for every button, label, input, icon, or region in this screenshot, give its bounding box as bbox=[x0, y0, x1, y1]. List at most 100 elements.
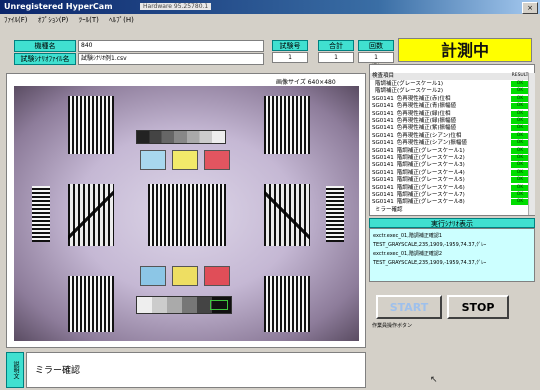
row-id: SG0141 bbox=[372, 140, 394, 147]
table-row[interactable]: SG0141 階調補正(グレースケール2) OK bbox=[370, 155, 534, 162]
table-row[interactable]: SG0141 階調補正(グレースケール1) OK bbox=[370, 147, 534, 155]
menu-options[interactable]: ｵﾌﾟｼｮﾝ(P) bbox=[34, 14, 73, 26]
stop-button[interactable]: STOP bbox=[447, 295, 509, 319]
table-row[interactable]: SG0141 色再現性補正(紫)振幅値 OK bbox=[370, 125, 534, 132]
menu-help[interactable]: ﾍﾙﾌﾟ(H) bbox=[105, 14, 138, 26]
count-field: 1 bbox=[358, 52, 394, 63]
row-result-badge: OK bbox=[511, 192, 529, 198]
row-name: 色再現性補正(赤)位相 bbox=[396, 95, 451, 102]
table-row[interactable]: SG0141 階調補正(グレースケール3) OK bbox=[370, 162, 534, 169]
start-button[interactable]: START bbox=[376, 295, 442, 319]
row-result-badge: OK bbox=[511, 184, 529, 191]
row-item-name: SG0141 階調補正(グレースケール1) bbox=[372, 148, 465, 155]
column-header-result: RESULT bbox=[511, 73, 529, 78]
row-result-badge: OK bbox=[511, 169, 529, 176]
row-item-name: SG0141 階調補正(グレースケール2) bbox=[372, 155, 465, 162]
image-size-label: 画像サイズ 640×480 bbox=[276, 79, 336, 86]
row-id: SG0141 bbox=[372, 162, 394, 169]
table-row[interactable]: 階調補正(グレースケール2) OK bbox=[370, 88, 534, 95]
row-name: 階調補正(グレースケール4) bbox=[396, 169, 465, 176]
gray-scale-top bbox=[136, 130, 226, 144]
row-name: 階調補正(グレースケール2) bbox=[375, 88, 444, 95]
scenario-file-label: 試験ｼﾅﾘｵﾌｧｲﾙ名 bbox=[14, 53, 76, 65]
row-result-badge: OK bbox=[511, 81, 529, 87]
row-result-badge: OK bbox=[511, 147, 529, 154]
row-name: ミラー確認 bbox=[375, 206, 403, 213]
scenario-file-field[interactable]: 試験ｼﾅﾘｵ例1.csv bbox=[78, 53, 264, 65]
scenario-line: TEST_GRAYSCALE,235,1909,-1959,74.37,ｸﾞﾚｰ bbox=[373, 242, 487, 248]
row-result-badge: OK bbox=[511, 132, 529, 139]
row-id: SG0141 bbox=[372, 95, 394, 102]
test-number-field: 1 bbox=[272, 52, 308, 63]
table-row[interactable]: SG0141 色再現性補正(シアン)位相 OK bbox=[370, 132, 534, 140]
row-id: SG0141 bbox=[372, 132, 394, 139]
table-row[interactable]: SG0141 階調補正(グレースケール7) OK bbox=[370, 192, 534, 199]
model-field[interactable]: 840 bbox=[78, 40, 264, 52]
table-row[interactable]: SG0141 色再現性補正(青)振幅値 OK bbox=[370, 103, 534, 110]
menu-tools[interactable]: ﾂｰﾙ(T) bbox=[75, 14, 103, 26]
evaluation-table: 検査項目 RESULT 階調補正(グレースケール1) OK 階調補正(グレースケール… bbox=[369, 64, 535, 216]
resolution-block-left-edge bbox=[32, 186, 50, 242]
close-icon[interactable]: × bbox=[522, 2, 538, 14]
total-field: 1 bbox=[318, 52, 354, 63]
total-label: 合計 bbox=[318, 40, 354, 51]
scenario-line: exctr.exec_01,階調補正確認1 bbox=[373, 233, 443, 239]
row-item-name: 階調補正(グレースケール1) bbox=[372, 81, 443, 88]
resolution-block-tr bbox=[264, 96, 310, 154]
table-row[interactable]: SG0141 階調補正(グレースケール8) OK bbox=[370, 199, 534, 206]
row-result-badge: OK bbox=[511, 95, 529, 102]
row-item-name: SG0141 階調補正(グレースケール4) bbox=[372, 170, 465, 177]
table-row[interactable]: SG0141 色再現性補正(シアン)振幅値 OK bbox=[370, 140, 534, 147]
row-name: 階調補正(グレースケール6) bbox=[396, 184, 465, 191]
row-item-name: SG0141 色再現性補正(緑)振幅値 bbox=[372, 118, 456, 125]
row-result-badge: OK bbox=[511, 125, 529, 132]
menu-file[interactable]: ﾌｧｲﾙ(F) bbox=[0, 14, 32, 26]
row-name: 色再現性補正(緑)振幅値 bbox=[396, 118, 457, 124]
scenario-line: TEST_GRAYSCALE,235,1909,-1959,74.37,ｸﾞﾚｰ bbox=[373, 260, 487, 266]
operator-buttons-label: 作業員操作ボタン bbox=[372, 323, 413, 329]
scenario-line: exctr.exec_01,階調補正確認2 bbox=[373, 251, 443, 257]
row-item-name: 階調補正(グレースケール2) bbox=[372, 88, 443, 95]
test-chart-image bbox=[14, 86, 359, 341]
wedge-block-left bbox=[68, 184, 114, 246]
table-row[interactable]: SG0141 階調補正(グレースケール6) OK bbox=[370, 184, 534, 192]
row-item-name: SG0141 階調補正(グレースケール3) bbox=[372, 162, 465, 169]
table-header: 検査項目 RESULT bbox=[370, 73, 534, 80]
title-bar: Unregistered HyperCam Hardware 95.25780.… bbox=[0, 0, 540, 14]
row-result-badge: OK bbox=[511, 177, 529, 184]
row-item-name: SG0141 色再現性補正(緑)位相 bbox=[372, 111, 451, 118]
detection-marker bbox=[210, 300, 228, 310]
row-id: SG0141 bbox=[372, 110, 394, 117]
table-row[interactable]: 階調補正(グレースケール1) OK bbox=[370, 81, 534, 88]
row-id: SG0141 bbox=[372, 192, 394, 198]
color-patch-yellow-bottom bbox=[172, 266, 198, 286]
table-row[interactable]: SG0141 色再現性補正(緑)振幅値 OK bbox=[370, 118, 534, 125]
test-number-label: 試験号 bbox=[272, 40, 308, 51]
row-item-name: SG0141 色再現性補正(青)振幅値 bbox=[372, 103, 456, 110]
column-header-item: 検査項目 bbox=[372, 73, 395, 79]
row-name: 色再現性補正(シアン)位相 bbox=[396, 132, 462, 139]
window-title: Unregistered HyperCam bbox=[4, 2, 113, 11]
color-patch-red-bottom bbox=[204, 266, 230, 286]
row-name: 階調補正(グレースケール7) bbox=[396, 192, 465, 198]
row-result-badge: OK bbox=[511, 88, 529, 95]
table-row[interactable]: SG0141 色再現性補正(赤)位相 OK bbox=[370, 95, 534, 103]
table-row[interactable]: SG0141 色再現性補正(緑)位相 OK bbox=[370, 110, 534, 118]
row-name: 階調補正(グレースケール3) bbox=[396, 162, 465, 169]
row-name: 階調補正(グレースケール2) bbox=[396, 155, 465, 161]
table-row[interactable]: ミラー確認 bbox=[370, 207, 534, 214]
model-label: 機種名 bbox=[14, 40, 76, 52]
row-id: SG0141 bbox=[372, 184, 394, 191]
row-name: 色再現性補正(緑)位相 bbox=[396, 110, 451, 117]
row-id: SG0141 bbox=[372, 155, 394, 161]
row-name: 色再現性補正(紫)振幅値 bbox=[396, 125, 457, 132]
row-result-badge: OK bbox=[511, 110, 529, 117]
row-result-badge: OK bbox=[511, 118, 529, 124]
color-patch-cyan bbox=[140, 150, 166, 170]
row-id: SG0141 bbox=[372, 125, 394, 132]
table-scrollbar[interactable] bbox=[528, 73, 535, 215]
table-row[interactable]: SG0141 階調補正(グレースケール5) OK bbox=[370, 177, 534, 184]
table-row[interactable]: SG0141 階調補正(グレースケール4) OK bbox=[370, 169, 534, 177]
message-tag: 説明文 bbox=[6, 352, 24, 388]
wedge-block-right bbox=[264, 184, 310, 246]
